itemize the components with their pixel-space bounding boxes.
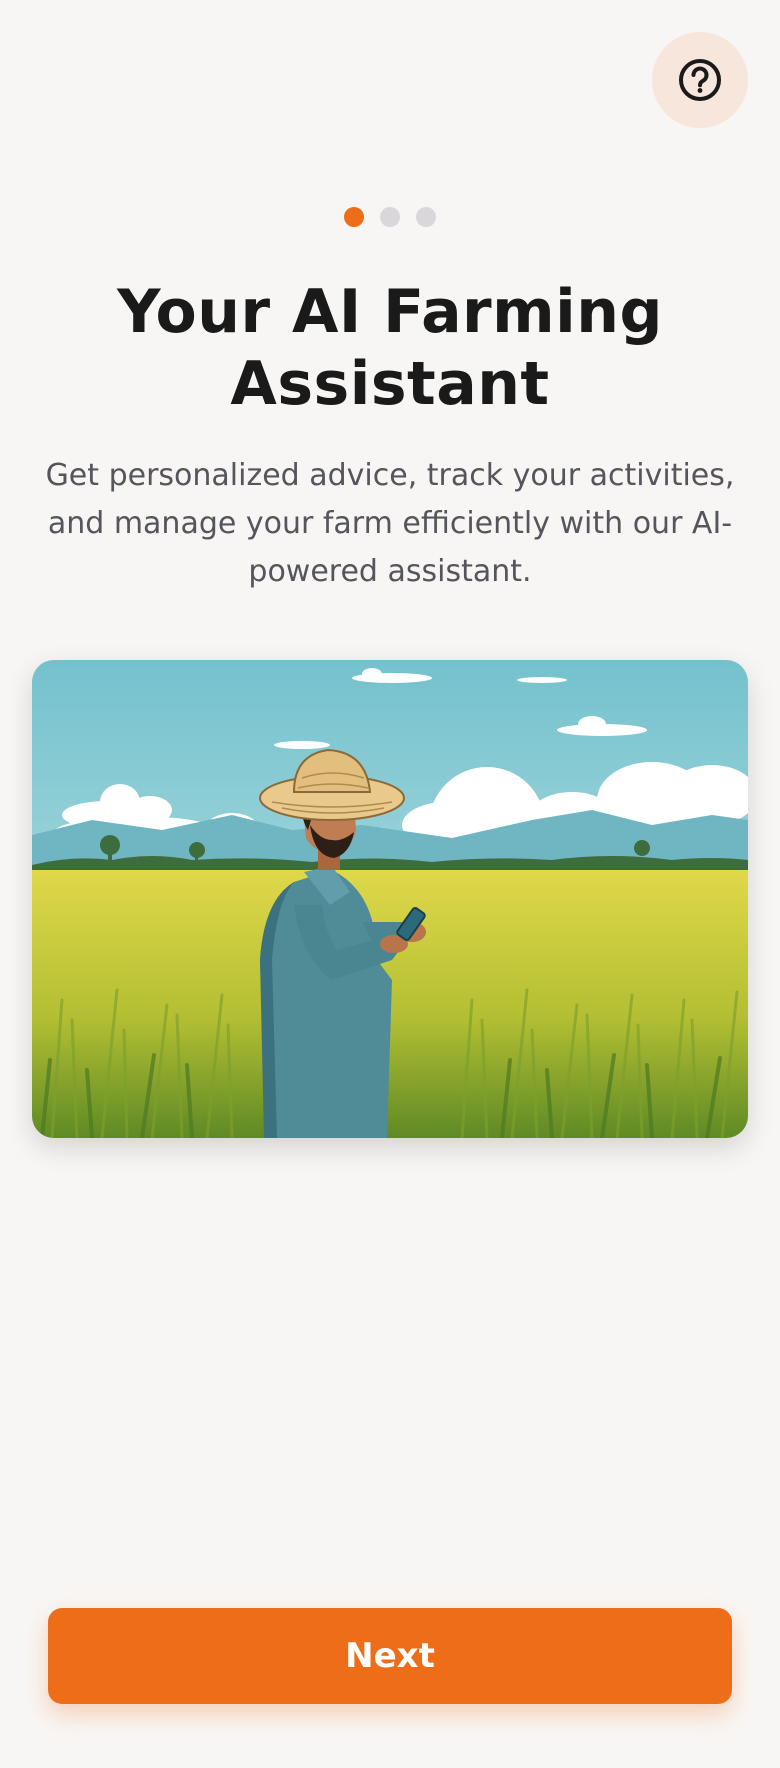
page-dot-active: [344, 207, 364, 227]
page-dot: [416, 207, 436, 227]
page-description: Get personalized advice, track your acti…: [45, 458, 735, 589]
help-button[interactable]: [652, 32, 748, 128]
farmer-illustration: [32, 660, 748, 1138]
question-circle-icon: [679, 59, 721, 101]
page-dot: [380, 207, 400, 227]
next-button[interactable]: Next: [48, 1608, 732, 1704]
page-indicator: [0, 207, 780, 227]
page-title: Your AI Farming Assistant: [117, 277, 663, 419]
